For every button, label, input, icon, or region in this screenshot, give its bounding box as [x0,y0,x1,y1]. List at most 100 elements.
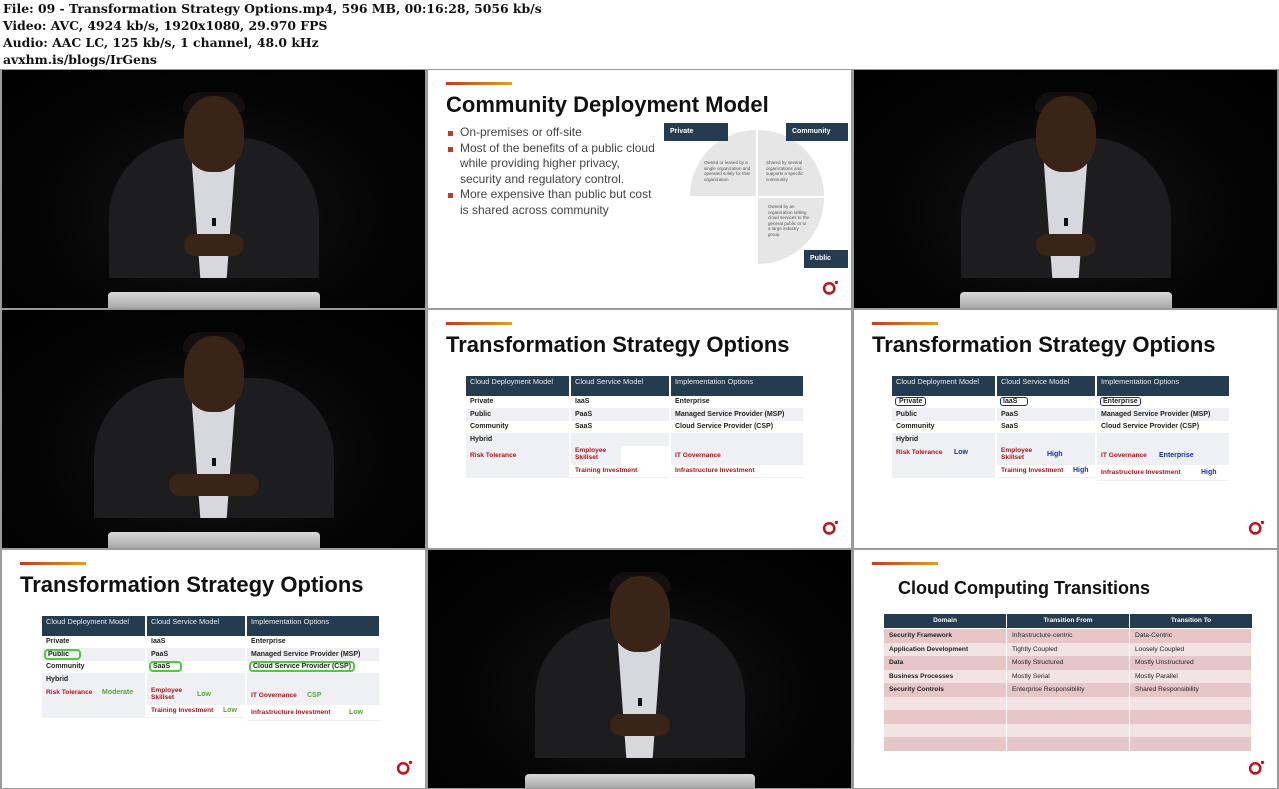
governance-level: Enterprise [1159,452,1194,460]
header-deploy: Cloud Deployment Model [892,376,995,396]
cell-iaas: IaaS [571,396,669,409]
cell-risk-tolerance: Risk Tolerance [896,449,943,457]
source-line: avxhm.is/blogs/IrGens [3,52,157,67]
deployment-diagram: Private Community Public Owned or leased… [664,120,850,280]
slide-title: Cloud Computing Transitions [898,578,1150,598]
video-thumbnail-2[interactable] [854,70,1277,308]
header-to: Transition To [1130,614,1252,628]
training-level: Low [223,707,237,715]
cell-hybrid: Hybrid [892,433,995,447]
cell-private: Private [466,396,569,409]
cell-paas: PaaS [571,408,669,422]
cell-employee-skillset: Employee Skillset [1001,447,1033,462]
brand-logo-icon [396,759,413,776]
cell-saas: SaaS [571,421,669,434]
cell-community: Community [42,661,145,674]
infrastructure-level: High [1201,469,1217,477]
audio-info-line: Audio: AAC LC, 125 kb/s, 1 channel, 48.0… [3,35,319,50]
slide-title: Transformation Strategy Options [20,572,364,597]
cell-csp: Cloud Service Provider (CSP) [1097,421,1229,434]
slide-transformation-options-plain[interactable]: Transformation Strategy Options Cloud De… [428,310,851,548]
cell-public: Public [466,408,569,422]
thumbnail-grid: Community Deployment Model On-premises o… [0,69,1279,789]
table-row: Application Development Tightly Coupled … [884,642,1252,656]
video-thumbnail-1[interactable] [2,70,425,308]
podium [524,774,755,788]
slide-transformation-options-blue[interactable]: Transformation Strategy Options Cloud De… [854,310,1277,548]
quadrant-community-text: Shared by several organizations and supp… [766,160,804,182]
cell-hybrid: Hybrid [466,433,569,447]
slide-community-deployment[interactable]: Community Deployment Model On-premises o… [428,70,851,308]
cell-paas: PaaS [147,648,245,662]
bullet-item: On-premises or off-site [446,125,656,141]
cell-msp: Managed Service Provider (MSP) [671,408,803,422]
cell-risk-tolerance: Risk Tolerance [46,689,93,697]
cell-risk-tolerance: Risk Tolerance [466,446,569,466]
table-row: Security Controls Enterprise Responsibil… [884,683,1252,697]
cell-training-investment: Training Investment [151,707,214,715]
cell-it-governance: IT Governance [251,692,297,700]
podium [959,292,1172,308]
podium [107,292,320,308]
presenter-frame [2,310,425,548]
header-service: Cloud Service Model [997,376,1095,396]
video-info-line: Video: AVC, 4924 kb/s, 1920x1080, 29.970… [3,18,328,33]
risk-level: Moderate [102,689,134,697]
quadrant-public-text: Owned by an organization selling cloud s… [768,204,810,237]
cell-training-investment: Training Investment [571,465,669,478]
cell-iaas: IaaS [999,397,1029,406]
header-impl: Implementation Options [1097,376,1229,396]
cell-public: Public [892,408,995,422]
video-thumbnail-4[interactable] [428,550,851,788]
brand-logo-icon [822,519,839,536]
governance-level: CSP [307,692,322,700]
cell-infrastructure-investment: Infrastructure Investment [671,465,803,478]
slide-accent-bar [446,82,512,85]
header-domain: Domain [884,614,1006,628]
cell-community: Community [466,421,569,434]
tag-community: Community [786,123,848,141]
cell-iaas: IaaS [147,636,245,649]
cell-private: Private [894,397,927,406]
cell-msp: Managed Service Provider (MSP) [247,648,379,662]
slide-accent-bar [20,562,86,565]
video-thumbnail-3[interactable] [2,310,425,548]
slide-transformation-options-green[interactable]: Transformation Strategy Options Cloud De… [2,550,425,788]
cell-msp: Managed Service Provider (MSP) [1097,408,1229,422]
skillset-level: High [1047,451,1063,459]
cell-community: Community [892,421,995,434]
cell-infrastructure-investment: Infrastructure Investment [251,709,331,717]
brand-logo-icon [1248,519,1265,536]
quadrant-private-text: Owned or leased by a single organization… [704,160,751,182]
cell-enterprise: Enterprise [247,636,379,649]
risk-level: Low [954,449,968,457]
infrastructure-level: Low [349,709,363,717]
slide-title: Community Deployment Model [446,92,769,117]
presenter-frame [854,70,1277,308]
cell-enterprise: Enterprise [671,396,803,409]
header-from: Transition From [1007,614,1129,628]
cell-csp: Cloud Service Provider (CSP) [248,661,356,673]
slide-title: Transformation Strategy Options [446,332,790,357]
podium [107,532,320,548]
table-row: Security Framework Infrastructure-centri… [884,629,1252,643]
table-row: Data Mostly Structured Mostly Unstructur… [884,656,1252,670]
table-row: Business Processes Mostly Serial Mostly … [884,669,1252,683]
header-service: Cloud Service Model [571,376,669,396]
cell-employee-skillset: Employee Skillset [151,687,183,702]
cell-enterprise: Enterprise [1100,397,1141,406]
table-row [884,737,1252,751]
slide-title: Transformation Strategy Options [872,332,1216,357]
header-impl: Implementation Options [247,616,379,636]
table-row [884,696,1252,710]
cell-training-investment: Training Investment [1001,467,1064,475]
cell-it-governance: IT Governance [671,446,803,466]
header-deploy: Cloud Deployment Model [466,376,569,396]
slide-accent-bar [446,322,512,325]
file-info-header: File: 09 - Transformation Strategy Optio… [0,0,1279,69]
slide-cloud-transitions[interactable]: Cloud Computing Transitions Domain Trans… [854,550,1277,788]
brand-logo-icon [822,279,839,296]
header-deploy: Cloud Deployment Model [42,616,145,636]
cell-employee-skillset: Employee Skillset [571,446,621,466]
table-row [884,723,1252,737]
